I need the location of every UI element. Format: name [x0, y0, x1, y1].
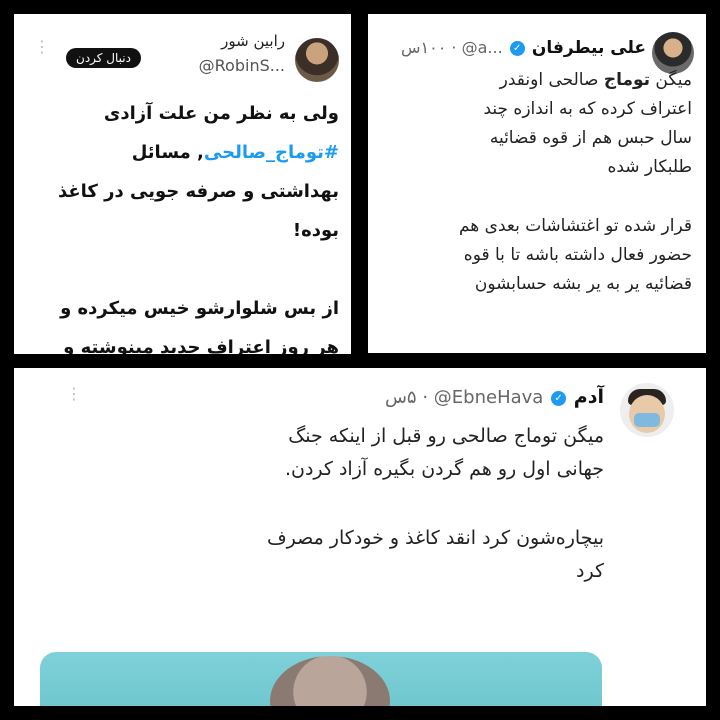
separator: ·	[422, 387, 429, 408]
tweet-header: علی بیطرفان ✓ @a... · ۱۰۰س	[401, 38, 646, 58]
hashtag-link[interactable]: #توماج_صالحی	[204, 142, 339, 163]
more-options-icon[interactable]: ⋮	[34, 39, 50, 55]
tweet-line: از بس شلوارشو خیس میکرده و	[60, 298, 339, 319]
tweet-card-robin[interactable]: رابین شور @RobinS... دنبال کردن ⋮ ولی به…	[14, 14, 351, 354]
media-figure	[270, 656, 390, 706]
tweet-media-image[interactable]	[40, 652, 602, 706]
display-name[interactable]: علی بیطرفان	[532, 38, 646, 58]
tweet-line: کرد	[576, 560, 604, 582]
tweet-body: میگن توماج صالحی رو قبل از اینکه جنگ جها…	[66, 420, 604, 588]
avatar[interactable]	[620, 383, 674, 437]
handle[interactable]: @EbneHava	[434, 387, 544, 408]
handle[interactable]: @a...	[462, 38, 503, 57]
separator: ·	[451, 38, 457, 57]
tweet-card-adam[interactable]: ⋮ آدم ✓ @EbneHava · ۵س میگن توماج صالحی …	[14, 368, 706, 706]
tweet-line: بوده!	[292, 220, 339, 241]
tweet-body: ولی به نظر من علت آزادی #توماج_صالحی, مس…	[24, 94, 339, 354]
tweet-line: قضائیه یر به یر بشه حسابشون	[474, 274, 692, 294]
timestamp[interactable]: ۱۰۰س	[401, 38, 446, 57]
follow-button[interactable]: دنبال کردن	[66, 48, 141, 68]
timestamp[interactable]: ۵س	[385, 387, 417, 408]
tweet-line: ولی به نظر من علت آزادی	[103, 103, 339, 124]
tweet-line: طلبکار شده	[607, 157, 692, 177]
tweet-line-hashtag: #توماج_صالحی, مسائل	[131, 142, 339, 163]
verified-badge-icon: ✓	[509, 41, 525, 56]
tweet-line: هر روز اعتراف جدید مینوشته و	[63, 337, 339, 354]
display-name[interactable]: رابین شور	[221, 32, 285, 50]
tweet-line: سال حبس هم از قوه قضائیه	[489, 128, 692, 148]
tweet-line-mixed: میگن توماج صالحی اونقدر	[499, 70, 692, 90]
verified-badge-icon: ✓	[551, 390, 567, 406]
tweet-line: بهداشتی و صرفه جویی در کاغذ	[57, 181, 339, 202]
display-name[interactable]: آدم	[574, 386, 604, 408]
tweet-line: جهانی اول رو هم گردن بگیره آزاد کردن.	[284, 458, 604, 480]
more-options-icon[interactable]: ⋮	[66, 386, 82, 402]
tweet-line: اعتراف کرده که به اندازه چند	[483, 99, 692, 119]
tweet-line: میگن توماج صالحی رو قبل از اینکه جنگ	[288, 425, 604, 447]
tweet-card-ali[interactable]: علی بیطرفان ✓ @a... · ۱۰۰س میگن توماج صا…	[368, 14, 706, 353]
avatar[interactable]	[295, 38, 339, 82]
tweet-line: بیچاره‌شون کرد انقد کاغذ و خودکار مصرف	[266, 527, 604, 549]
tweet-line: قرار شده تو اغتشاشات بعدی هم	[458, 216, 692, 236]
handle[interactable]: @RobinS...	[199, 56, 285, 75]
tweet-header: آدم ✓ @EbneHava · ۵س	[385, 386, 604, 408]
tweet-line: حضور فعال داشته باشه تا با قوه	[463, 245, 692, 265]
tweet-body: میگن توماج صالحی اونقدر اعتراف کرده که ب…	[368, 66, 692, 299]
